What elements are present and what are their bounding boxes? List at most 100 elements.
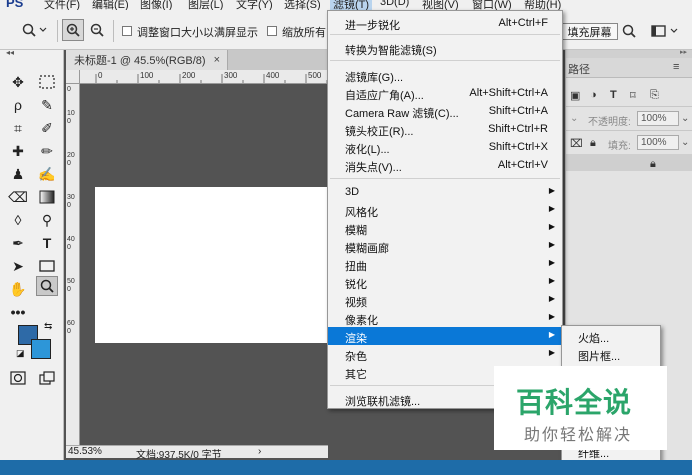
crop-tool[interactable]: ⌗ <box>7 118 29 138</box>
gradient-tool[interactable] <box>36 187 58 207</box>
zoom-level[interactable]: 45.53% <box>68 446 102 457</box>
menu-item-sharpen[interactable]: 锐化 ▶ <box>328 273 562 291</box>
layer-row-background[interactable] <box>566 154 692 171</box>
menu-item-camera-raw[interactable]: Camera Raw 滤镜(C)... Shift+Ctrl+A <box>328 102 562 120</box>
menu-item-blur-gallery[interactable]: 模糊画廊 ▶ <box>328 237 562 255</box>
smart-object-filter-icon[interactable]: ⎘ <box>650 89 659 102</box>
menu-item-vanishing-point[interactable]: 消失点(V)... Alt+Ctrl+V <box>328 156 562 174</box>
rectangle-icon <box>39 260 55 272</box>
status-menu-arrow-icon[interactable]: › <box>258 446 261 457</box>
crop-icon: ⌗ <box>14 119 22 136</box>
menu-image[interactable]: 图像(I) <box>140 0 172 10</box>
panel-menu-icon[interactable]: ≡ <box>673 61 679 73</box>
ruler-corner <box>66 70 80 84</box>
menu-bar: PS 文件(F) 编辑(E) 图像(I) 图层(L) 文字(Y) 选择(S) 滤… <box>0 0 692 10</box>
taskbar <box>0 460 692 475</box>
ruler-tick-label: 100 <box>67 110 75 125</box>
opacity-field[interactable]: 100% <box>637 111 679 126</box>
marquee-icon <box>39 75 55 89</box>
healing-brush-tool[interactable]: ✚ <box>7 141 29 161</box>
workspace-switcher-button[interactable] <box>648 21 684 41</box>
menu-item-stylize[interactable]: 风格化 ▶ <box>328 201 562 219</box>
fill-field[interactable]: 100% <box>637 135 679 150</box>
edit-toolbar-button[interactable]: ••• <box>7 302 29 322</box>
document-tab[interactable]: 未标题-1 @ 45.5%(RGB/8) × <box>66 50 228 70</box>
menu-item-sharpen-more[interactable]: 进一步锐化 Alt+Ctrl+F <box>328 14 562 32</box>
fill-label: 填充: <box>608 141 631 152</box>
rectangle-tool[interactable] <box>36 256 58 276</box>
search-button[interactable] <box>618 21 640 41</box>
pen-tool[interactable]: ✒ <box>7 233 29 253</box>
tab-bar-background <box>228 50 328 70</box>
menu-edit[interactable]: 编辑(E) <box>92 0 129 10</box>
menu-item-distort[interactable]: 扭曲 ▶ <box>328 255 562 273</box>
zoom-out-button[interactable] <box>86 19 108 41</box>
menu-item-convert-smart-filters[interactable]: 转换为智能滤镜(S) <box>328 39 562 57</box>
zoom-in-button[interactable] <box>62 19 84 41</box>
zoom-tool[interactable] <box>36 276 58 296</box>
tab-paths[interactable]: 路径 <box>568 61 590 77</box>
lasso-tool[interactable]: ρ <box>7 95 29 115</box>
history-brush-tool[interactable]: ✍ <box>36 164 58 184</box>
zoom-out-icon <box>90 23 104 37</box>
submenu-item-flame[interactable]: 火焰... <box>578 330 609 346</box>
lock-position-icon[interactable]: ⌧ <box>570 137 583 150</box>
menu-item-liquify[interactable]: 液化(L)... Shift+Ctrl+X <box>328 138 562 156</box>
default-colors-icon[interactable]: ◪ <box>16 348 25 359</box>
document-canvas[interactable] <box>95 187 328 343</box>
menu-item-adaptive-wide-angle[interactable]: 自适应广角(A)... Alt+Shift+Ctrl+A <box>328 84 562 102</box>
background-color-swatch[interactable] <box>31 339 51 359</box>
pixel-filter-icon[interactable]: ▣ <box>570 89 580 102</box>
gradient-icon <box>39 190 55 204</box>
menu-item-blur[interactable]: 模糊 ▶ <box>328 219 562 237</box>
close-icon[interactable]: × <box>214 54 220 66</box>
zoom-tool-preset-button[interactable] <box>18 19 52 41</box>
menu-3d[interactable]: 3D(D) <box>380 0 409 8</box>
menu-view[interactable]: 视图(V) <box>422 0 459 10</box>
swap-colors-icon[interactable]: ⇆ <box>44 321 52 332</box>
menu-item-noise[interactable]: 杂色 ▶ <box>328 345 562 363</box>
type-filter-icon[interactable]: T <box>610 89 617 101</box>
menu-item-3d[interactable]: 3D ▶ <box>328 183 562 201</box>
shape-filter-icon[interactable]: ⌑ <box>630 89 636 102</box>
document-info: 文档:937.5K/0 字节 <box>136 450 222 461</box>
menu-type[interactable]: 文字(Y) <box>236 0 273 10</box>
magic-wand-tool[interactable]: ✎ <box>36 95 58 115</box>
type-tool[interactable]: T <box>36 233 58 253</box>
collapse-icon[interactable]: ◂◂ <box>6 48 14 57</box>
resize-windows-checkbox[interactable] <box>122 26 132 36</box>
eyedropper-tool[interactable]: ✐ <box>36 118 58 138</box>
menu-layer[interactable]: 图层(L) <box>188 0 223 10</box>
adjustment-filter-icon[interactable]: ◑ <box>590 89 597 101</box>
menu-item-video[interactable]: 视频 ▶ <box>328 291 562 309</box>
zoom-all-windows-checkbox[interactable] <box>267 26 277 36</box>
menu-item-render[interactable]: 渲染 ▶ <box>328 327 562 345</box>
eraser-tool[interactable]: ⌫ <box>7 187 29 207</box>
menu-help[interactable]: 帮助(H) <box>524 0 561 10</box>
submenu-item-picture-frame[interactable]: 图片框... <box>578 348 620 364</box>
collapse-panel-icon[interactable]: ▸▸ <box>680 48 687 56</box>
ruler-tick-label: 200 <box>67 152 75 167</box>
screen-mode-button[interactable] <box>36 368 58 388</box>
marquee-tool[interactable] <box>36 72 58 92</box>
path-selection-tool[interactable]: ➤ <box>7 256 29 276</box>
chevron-down-icon[interactable]: ⌄ <box>681 113 689 124</box>
brush-tool[interactable]: ✏ <box>36 141 58 161</box>
menu-filter[interactable]: 滤镜(T) <box>330 0 373 10</box>
quick-mask-button[interactable] <box>7 368 29 388</box>
chevron-down-icon[interactable]: ⌄ <box>681 137 689 148</box>
clone-stamp-tool[interactable]: ♟ <box>7 164 29 184</box>
menu-item-lens-correction[interactable]: 镜头校正(R)... Shift+Ctrl+R <box>328 120 562 138</box>
menu-item-pixelate[interactable]: 像素化 ▶ <box>328 309 562 327</box>
hand-tool[interactable]: ✋ <box>7 279 29 299</box>
dodge-tool[interactable]: ⚲ <box>36 210 58 230</box>
menu-select[interactable]: 选择(S) <box>284 0 321 10</box>
menu-window[interactable]: 窗口(W) <box>472 0 512 10</box>
fill-screen-button[interactable]: 填充屏幕 <box>561 23 618 40</box>
menu-file[interactable]: 文件(F) <box>44 0 80 10</box>
lock-all-icon[interactable]: 🔒︎ <box>590 137 596 150</box>
menu-item-filter-gallery[interactable]: 滤镜库(G)... <box>328 66 562 84</box>
move-tool[interactable]: ✥ <box>7 72 29 92</box>
chevron-down-icon[interactable]: ⌄ <box>570 113 578 124</box>
blur-tool[interactable]: ◊ <box>7 210 29 230</box>
